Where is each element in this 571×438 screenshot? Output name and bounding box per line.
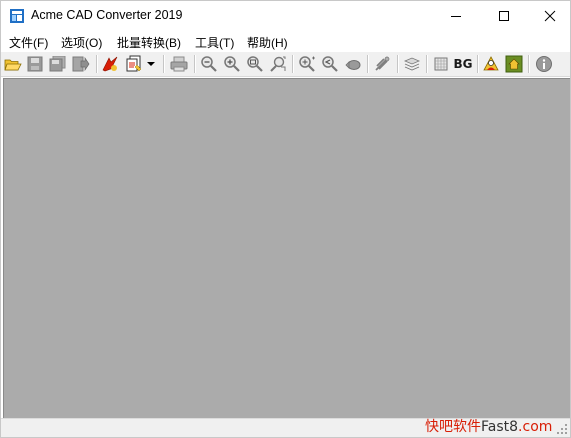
maximize-icon (499, 11, 509, 21)
export-button[interactable] (71, 54, 91, 74)
menu-file[interactable]: 文件(F) (9, 34, 48, 51)
toolbar-separator (194, 55, 196, 73)
layers-button[interactable] (402, 54, 422, 74)
convert-icon (102, 56, 118, 72)
menu-batch-convert[interactable]: 批量转换(B) (117, 34, 181, 51)
info-icon (536, 56, 552, 72)
pan-icon (345, 60, 361, 70)
acme-app-icon (10, 9, 24, 23)
zoom-extents-button[interactable] (268, 54, 288, 74)
user-icon (483, 56, 499, 71)
zoom-realtime-icon (299, 56, 315, 72)
drawing-workspace[interactable] (3, 78, 570, 418)
pan-button[interactable] (343, 54, 363, 74)
toolbar-separator (397, 55, 399, 73)
save-as-button[interactable] (48, 54, 68, 74)
save-as-icon (49, 56, 66, 72)
maximize-button[interactable] (481, 1, 527, 31)
toolbar-separator (163, 55, 165, 73)
zoom-in-button[interactable] (222, 54, 242, 74)
grid-button[interactable] (431, 54, 451, 74)
menu-bar: 文件(F) 选项(O) 批量转换(B) 工具(T) 帮助(H) (1, 31, 570, 52)
minimize-button[interactable] (433, 1, 479, 31)
home-icon (505, 55, 523, 73)
layers-icon (403, 57, 421, 71)
open-button[interactable] (3, 54, 23, 74)
menu-tools[interactable]: 工具(T) (195, 34, 234, 51)
zoom-out-button[interactable] (199, 54, 219, 74)
toolbar-separator (528, 55, 530, 73)
batch-convert-dropdown[interactable] (144, 54, 158, 74)
watermark: 快吧软件Fast8.com (425, 416, 552, 436)
measure-button[interactable] (372, 54, 392, 74)
open-folder-icon (4, 59, 22, 71)
user-button[interactable] (481, 54, 501, 74)
toolbar-separator (96, 55, 98, 73)
zoom-realtime-button[interactable] (297, 54, 317, 74)
zoom-in-icon (224, 56, 240, 72)
app-window: Acme CAD Converter 2019 文件(F) 选项(O) 批量转换… (0, 0, 571, 438)
home-button[interactable] (504, 54, 524, 74)
save-icon (27, 56, 43, 72)
toolbar-separator (367, 55, 369, 73)
close-button[interactable] (527, 1, 571, 31)
toolbar: BG (1, 52, 570, 77)
toolbar-separator (477, 55, 479, 73)
menu-options[interactable]: 选项(O) (61, 34, 102, 51)
resize-grip-icon[interactable] (556, 423, 568, 435)
print-icon (170, 56, 188, 72)
watermark-part3: .com (518, 419, 553, 435)
export-icon (72, 56, 90, 72)
save-button[interactable] (25, 54, 45, 74)
batch-convert-button[interactable] (124, 54, 144, 74)
batch-convert-icon (126, 55, 142, 72)
close-icon (544, 10, 556, 22)
grid-icon (434, 57, 448, 71)
measure-icon (375, 56, 390, 71)
convert-button[interactable] (100, 54, 120, 74)
zoom-window-button[interactable] (245, 54, 265, 74)
watermark-part2: Fast8 (481, 419, 519, 435)
print-button[interactable] (169, 54, 189, 74)
minimize-icon (451, 16, 461, 17)
toolbar-separator (426, 55, 428, 73)
info-button[interactable] (534, 54, 554, 74)
background-toggle[interactable]: BG (452, 54, 474, 74)
window-title: Acme CAD Converter 2019 (31, 8, 183, 22)
zoom-out-icon (201, 56, 217, 72)
zoom-previous-icon (322, 56, 338, 72)
dropdown-arrow-icon (147, 62, 155, 66)
zoom-window-icon (247, 56, 263, 72)
background-toggle-label: BG (453, 57, 473, 71)
watermark-part1: 快吧软件 (425, 419, 481, 435)
menu-help[interactable]: 帮助(H) (247, 34, 288, 51)
zoom-previous-button[interactable] (320, 54, 340, 74)
title-bar[interactable]: Acme CAD Converter 2019 (1, 1, 570, 31)
zoom-extents-icon (270, 56, 286, 72)
toolbar-separator (292, 55, 294, 73)
